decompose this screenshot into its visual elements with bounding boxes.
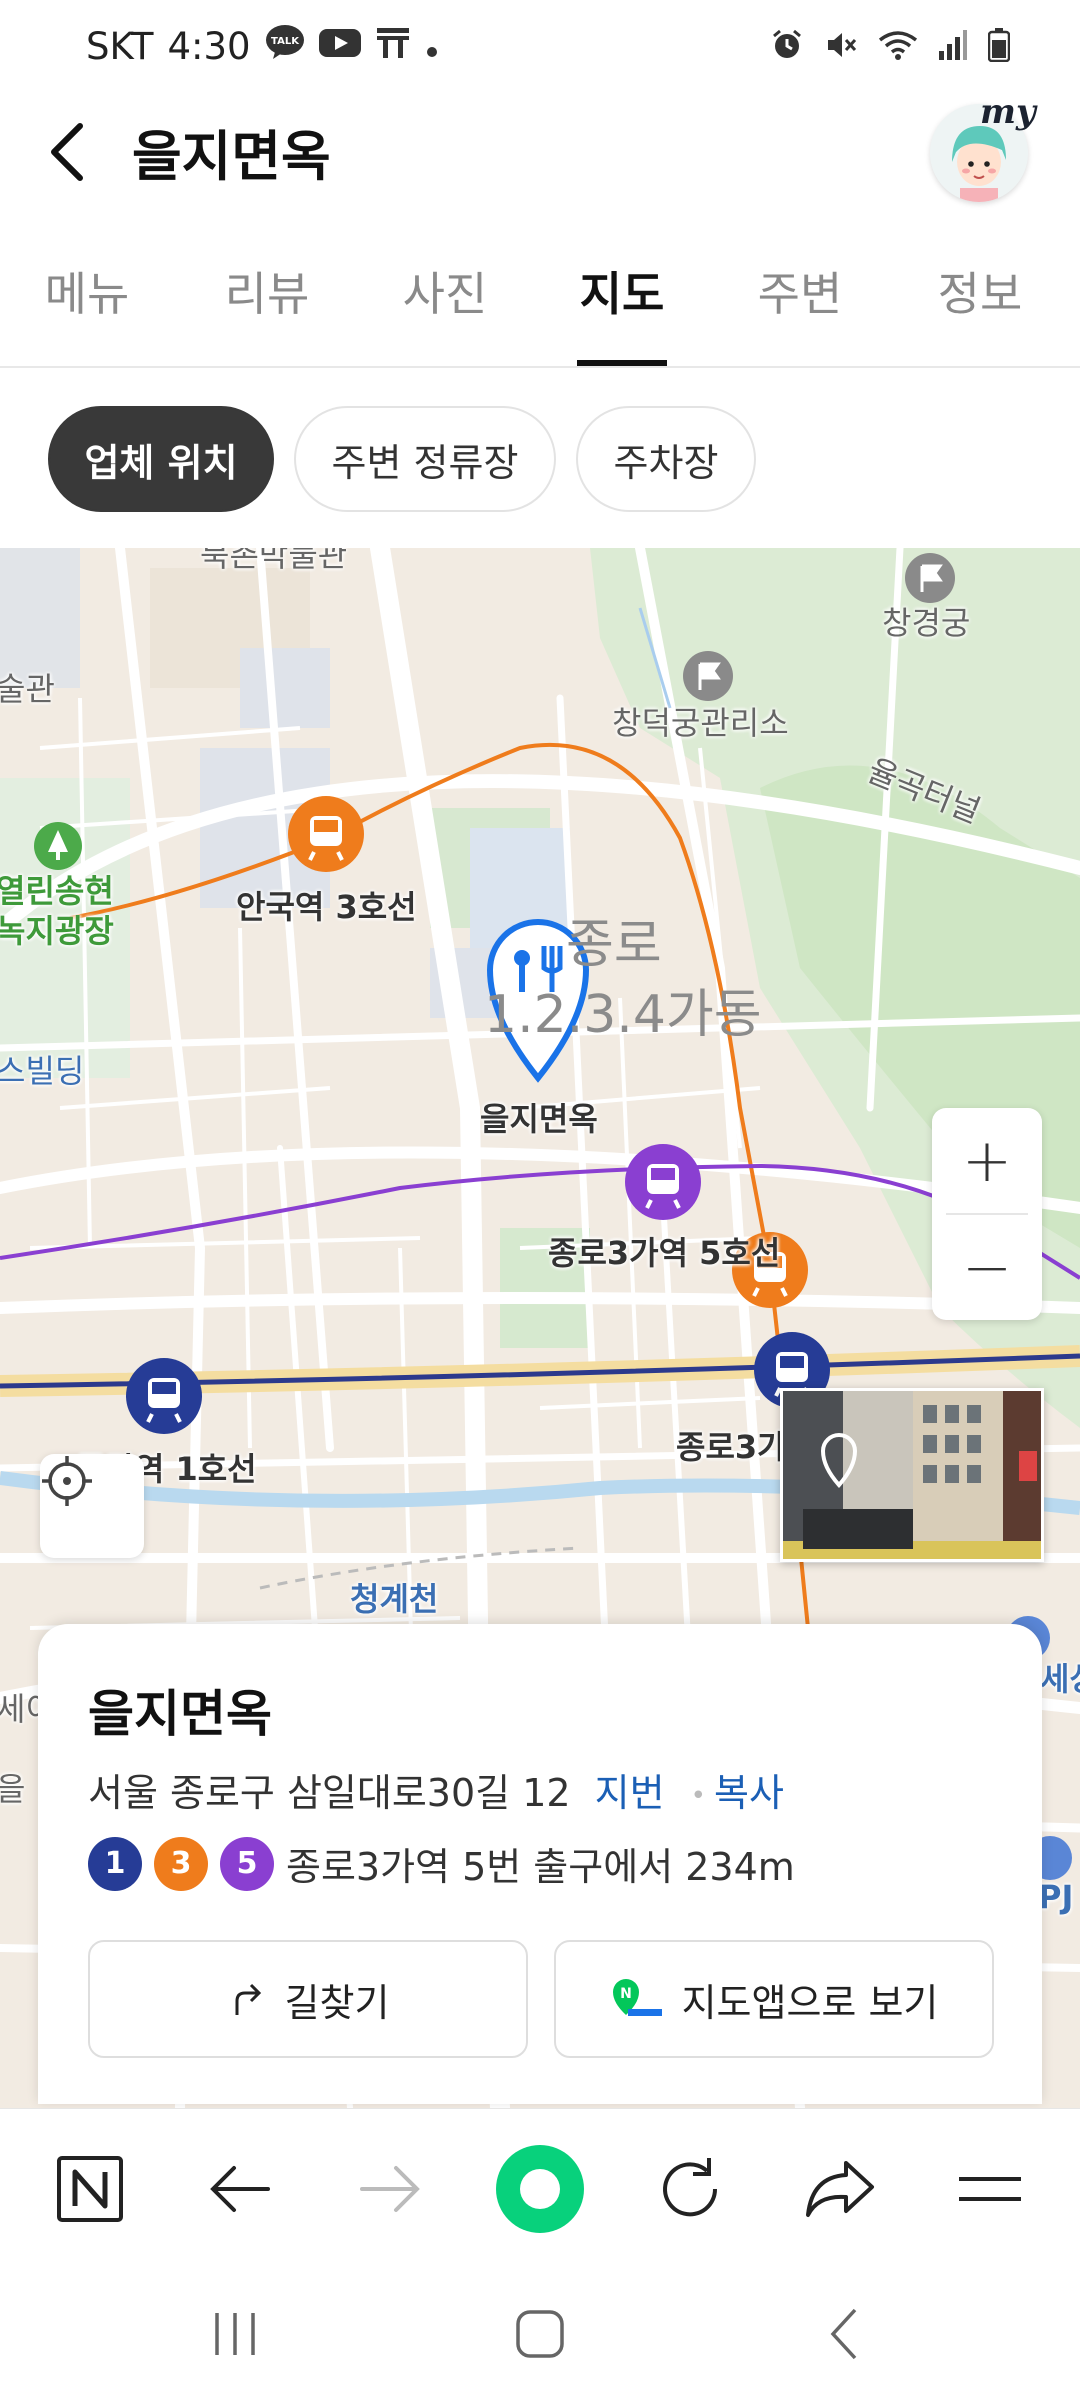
naver-map-icon: N	[612, 1979, 662, 2016]
map-label-restaurant: 을지면옥	[480, 1100, 598, 1138]
map-label-right-cut-1: 세상	[1040, 1660, 1080, 1698]
share-arrow-icon	[806, 2161, 874, 2217]
park-icon	[34, 822, 82, 870]
tab-bar: 메뉴 리뷰 사진 지도 주변 정보	[0, 240, 1080, 368]
map-label-right-cut-2: PJ	[1038, 1878, 1074, 1916]
map-label-changdeokgung-office: 창덕궁관리소	[612, 704, 789, 742]
mute-icon	[824, 28, 858, 66]
tab-nearby[interactable]: 주변	[730, 258, 870, 324]
system-back-button[interactable]	[790, 2294, 900, 2374]
map-label-district-1: 종로	[566, 915, 662, 975]
map-label-jongno3: 종로3가	[676, 1428, 787, 1466]
copy-link[interactable]: 복사	[714, 1771, 784, 1815]
map-label-district-2: 1.2.3.4가동	[484, 985, 762, 1045]
t-icon	[375, 24, 411, 69]
carrier-label: SKT	[86, 25, 154, 68]
place-name: 을지면옥	[88, 1685, 272, 1743]
refresh-button[interactable]	[640, 2139, 740, 2239]
avatar-badge: my	[980, 92, 1036, 132]
recent-apps-icon	[215, 2313, 255, 2355]
subway-distance: 종로3가역 5번 출구에서 234m	[286, 1845, 795, 1889]
browser-toolbar	[0, 2108, 1080, 2258]
status-bar: SKT 4:30 TALK	[0, 0, 1080, 90]
tab-photo[interactable]: 사진	[375, 258, 515, 324]
jibun-link[interactable]: 지번	[595, 1771, 665, 1815]
chevron-left-icon	[51, 123, 83, 181]
my-location-button[interactable]	[40, 1454, 144, 1558]
tab-menu[interactable]: 메뉴	[17, 258, 157, 324]
street-view-photo	[783, 1391, 1041, 1559]
station-icon	[288, 796, 364, 872]
separator-dot: •	[690, 1780, 706, 1811]
crosshair-icon	[42, 1456, 92, 1506]
green-dot-button[interactable]	[490, 2139, 590, 2239]
map-label-museum: 북촌박물관	[200, 548, 348, 574]
dot-icon	[425, 25, 439, 68]
tab-review[interactable]: 리뷰	[197, 258, 337, 324]
line-3-badge: 3	[154, 1836, 208, 1891]
street-view-thumbnail[interactable]	[780, 1388, 1044, 1562]
system-nav-bar	[0, 2258, 1080, 2400]
arrow-right-icon	[360, 2166, 420, 2212]
station-icon	[625, 1144, 701, 1220]
signal-icon	[938, 29, 968, 65]
map-label-anguk-station: 안국역 3호선	[236, 888, 417, 926]
landmark-icon	[683, 651, 733, 701]
active-tab-indicator	[577, 360, 667, 366]
status-time: 4:30	[167, 25, 251, 68]
chevron-left-icon	[830, 2308, 857, 2360]
map-label-jongno3-line5: 종로3가역 5호선	[548, 1234, 781, 1272]
place-address: 서울 종로구 삼일대로30길 12	[88, 1771, 571, 1815]
line-1-badge: 1	[88, 1836, 142, 1891]
svg-text:TALK: TALK	[271, 36, 300, 47]
youtube-icon	[318, 25, 361, 68]
map-label-park-2: 녹지광장	[0, 912, 114, 950]
tab-map[interactable]: 지도	[552, 258, 692, 324]
back-nav-button[interactable]	[190, 2139, 290, 2239]
wifi-icon	[878, 28, 918, 66]
app-header: 을지면옥 my	[0, 90, 1080, 210]
station-icon	[126, 1358, 202, 1434]
landmark-icon	[905, 553, 955, 603]
directions-icon	[235, 1983, 261, 2015]
place-address-row: 서울 종로구 삼일대로30길 12 지번 • 복사	[88, 1762, 784, 1817]
naver-home-button[interactable]	[40, 2139, 140, 2239]
hamburger-icon	[959, 2177, 1021, 2201]
recent-apps-button[interactable]	[180, 2294, 290, 2374]
chip-nearby-stops[interactable]: 주변 정류장	[294, 406, 556, 512]
home-button[interactable]	[485, 2294, 595, 2374]
tab-info[interactable]: 정보	[910, 258, 1050, 324]
map-label-changgyeonggung: 창경궁	[882, 604, 971, 642]
place-info-card: 을지면옥 서울 종로구 삼일대로30길 12 지번 • 복사 1 3 5 종로3가…	[38, 1624, 1042, 2104]
map-label-left-cut-2: 을	[0, 1770, 26, 1808]
zoom-control: + −	[932, 1108, 1042, 1320]
zoom-in-button[interactable]: +	[932, 1108, 1042, 1213]
naver-n-icon	[57, 2156, 123, 2222]
home-icon	[516, 2310, 564, 2358]
back-button[interactable]	[40, 116, 100, 186]
line-5-badge: 5	[220, 1836, 274, 1891]
forward-nav-button[interactable]	[340, 2139, 440, 2239]
map-label-gallery: 술관	[0, 670, 55, 708]
directions-label: 길찾기	[284, 1980, 390, 2025]
refresh-icon	[663, 2158, 718, 2217]
zoom-out-button[interactable]: −	[932, 1215, 1042, 1320]
alarm-icon	[770, 28, 804, 66]
green-dot-icon	[496, 2145, 584, 2233]
svg-text:N: N	[620, 1986, 632, 2002]
arrow-left-icon	[210, 2166, 270, 2212]
share-button[interactable]	[790, 2139, 890, 2239]
subway-info-row: 1 3 5 종로3가역 5번 출구에서 234m	[88, 1836, 795, 1891]
battery-icon	[987, 28, 1011, 66]
talk-icon: TALK	[265, 24, 305, 69]
map-app-label: 지도앱으로 보기	[681, 1980, 939, 2025]
map-label-cheonggyecheon: 청계천	[350, 1580, 439, 1618]
menu-button[interactable]	[940, 2139, 1040, 2239]
chip-business-location[interactable]: 업체 위치	[48, 406, 274, 512]
map-label-building: 스빌딩	[0, 1052, 85, 1090]
open-map-app-button[interactable]: N 지도앱으로 보기	[554, 1940, 994, 2058]
directions-button[interactable]: 길찾기	[88, 1940, 528, 2058]
chip-parking[interactable]: 주차장	[576, 406, 756, 512]
page-title: 을지면옥	[132, 125, 331, 188]
